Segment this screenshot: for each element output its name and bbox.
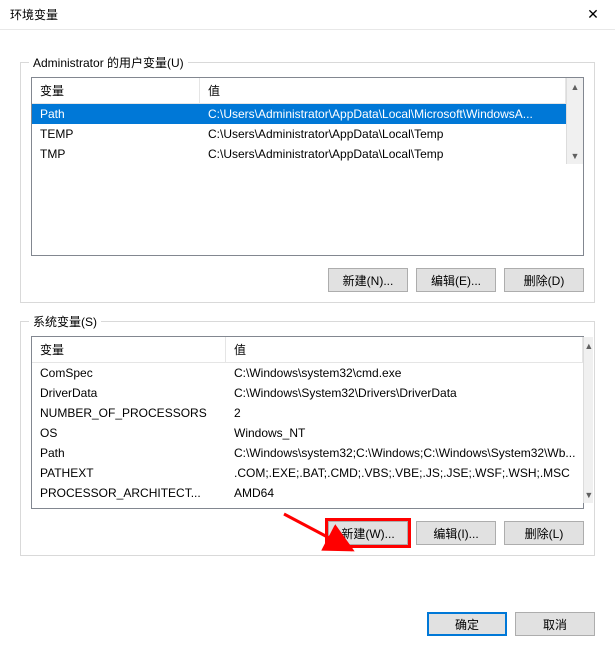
ok-button[interactable]: 确定: [427, 612, 507, 636]
user-list-header: 变量 值: [32, 78, 566, 104]
table-row[interactable]: PROCESSOR_ARCHITECT...AMD64: [32, 483, 583, 503]
table-row[interactable]: PathC:\Windows\system32;C:\Windows;C:\Wi…: [32, 443, 583, 463]
system-vars-group: 系统变量(S) 变量 值 ComSpecC:\Windows\system32\…: [20, 321, 595, 556]
window-title: 环境变量: [10, 6, 58, 23]
cell-variable: PATHEXT: [32, 463, 226, 483]
dialog-footer: 确定 取消: [0, 602, 615, 652]
cell-variable: NUMBER_OF_PROCESSORS: [32, 403, 226, 423]
scrollbar[interactable]: ▲ ▼: [566, 78, 583, 164]
scrollbar[interactable]: ▲ ▼: [583, 337, 593, 503]
col-variable[interactable]: 变量: [32, 78, 200, 103]
scroll-down-icon[interactable]: ▼: [567, 147, 583, 164]
cell-variable: TMP: [32, 144, 200, 164]
cell-variable: ComSpec: [32, 363, 226, 383]
cell-value: Windows_NT: [226, 423, 583, 443]
table-row[interactable]: OSWindows_NT: [32, 423, 583, 443]
cell-variable: DriverData: [32, 383, 226, 403]
user-delete-button[interactable]: 删除(D): [504, 268, 584, 292]
cell-value: 2: [226, 403, 583, 423]
user-vars-label: Administrator 的用户变量(U): [29, 54, 188, 71]
table-row[interactable]: PathC:\Users\Administrator\AppData\Local…: [32, 104, 566, 124]
cell-variable: OS: [32, 423, 226, 443]
table-row[interactable]: PATHEXT.COM;.EXE;.BAT;.CMD;.VBS;.VBE;.JS…: [32, 463, 583, 483]
sys-list-header: 变量 值: [32, 337, 583, 363]
table-row[interactable]: DriverDataC:\Windows\System32\Drivers\Dr…: [32, 383, 583, 403]
col-value[interactable]: 值: [200, 78, 566, 103]
cell-value: C:\Windows\system32;C:\Windows;C:\Window…: [226, 443, 583, 463]
cell-value: AMD64: [226, 483, 583, 503]
cell-variable: Path: [32, 104, 200, 124]
col-variable[interactable]: 变量: [32, 337, 226, 362]
sys-edit-button[interactable]: 编辑(I)...: [416, 521, 496, 545]
cell-value: .COM;.EXE;.BAT;.CMD;.VBS;.VBE;.JS;.JSE;.…: [226, 463, 583, 483]
cell-value: C:\Users\Administrator\AppData\Local\Tem…: [200, 124, 566, 144]
user-vars-list[interactable]: 变量 值 PathC:\Users\Administrator\AppData\…: [31, 77, 584, 256]
scroll-down-icon[interactable]: ▼: [584, 486, 593, 503]
cell-variable: PROCESSOR_ARCHITECT...: [32, 483, 226, 503]
cell-value: C:\Users\Administrator\AppData\Local\Mic…: [200, 104, 566, 124]
cell-value: C:\Users\Administrator\AppData\Local\Tem…: [200, 144, 566, 164]
user-edit-button[interactable]: 编辑(E)...: [416, 268, 496, 292]
cell-value: C:\Windows\System32\Drivers\DriverData: [226, 383, 583, 403]
cell-variable: TEMP: [32, 124, 200, 144]
sys-delete-button[interactable]: 删除(L): [504, 521, 584, 545]
system-vars-list[interactable]: 变量 值 ComSpecC:\Windows\system32\cmd.exeD…: [31, 336, 584, 509]
table-row[interactable]: TEMPC:\Users\Administrator\AppData\Local…: [32, 124, 566, 144]
scroll-up-icon[interactable]: ▲: [584, 337, 593, 354]
sys-new-button[interactable]: 新建(W)...: [328, 521, 408, 545]
table-row[interactable]: NUMBER_OF_PROCESSORS2: [32, 403, 583, 423]
cell-variable: Path: [32, 443, 226, 463]
scroll-up-icon[interactable]: ▲: [567, 78, 583, 95]
system-vars-label: 系统变量(S): [29, 313, 101, 330]
user-new-button[interactable]: 新建(N)...: [328, 268, 408, 292]
cancel-button[interactable]: 取消: [515, 612, 595, 636]
table-row[interactable]: TMPC:\Users\Administrator\AppData\Local\…: [32, 144, 566, 164]
close-icon[interactable]: ✕: [571, 0, 615, 30]
col-value[interactable]: 值: [226, 337, 583, 362]
table-row[interactable]: ComSpecC:\Windows\system32\cmd.exe: [32, 363, 583, 383]
cell-value: C:\Windows\system32\cmd.exe: [226, 363, 583, 383]
titlebar: 环境变量 ✕: [0, 0, 615, 30]
user-vars-group: Administrator 的用户变量(U) 变量 值 PathC:\Users…: [20, 62, 595, 303]
